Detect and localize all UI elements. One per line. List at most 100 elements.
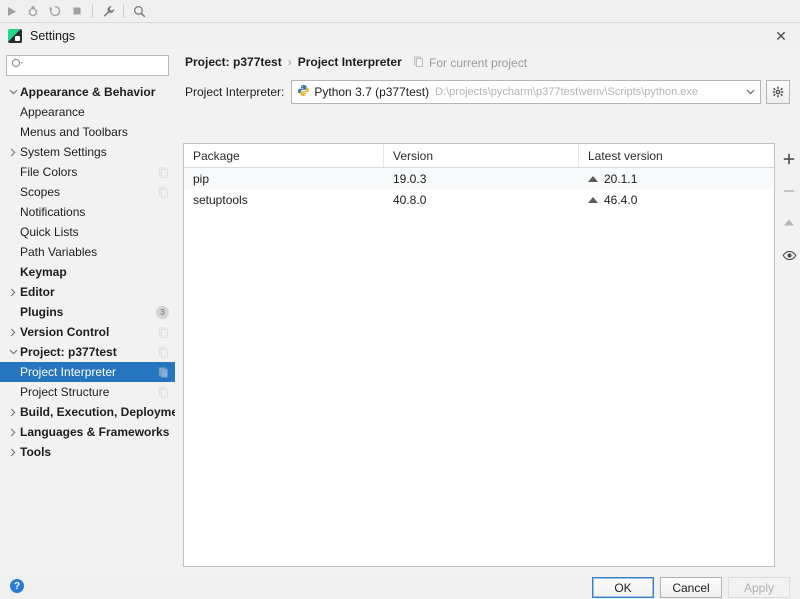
sidebar-item-tools[interactable]: Tools [0,442,175,462]
dialog-body: Appearance & Behavior Appearance Menus and… [0,49,800,574]
sidebar-item-label: Project Interpreter [20,365,117,379]
cell-latest-version: 46.4.0 [579,189,774,210]
sidebar-item-appearance-behavior[interactable]: Appearance & Behavior [0,82,175,102]
cancel-button[interactable]: Cancel [660,577,722,598]
latest-version-text: 20.1.1 [604,171,638,186]
show-early-releases-button[interactable] [778,244,800,266]
plugins-count-badge: 3 [156,305,169,319]
upgrade-available-icon [588,196,598,203]
help-icon[interactable]: ? [10,579,24,593]
breadcrumb: Project: p377test › Project Interpreter [185,55,402,69]
packages-table-body: pip 19.0.3 20.1.1 setuptools 40.8.0 46.4.0 [184,168,774,210]
rerun-coverage-icon[interactable] [44,1,66,21]
interpreter-settings-button[interactable] [766,80,790,104]
settings-dialog: Settings ✕ Appearance & Behavior Appeara… [0,22,800,599]
column-header-latest-version[interactable]: Latest version [579,144,774,167]
sidebar-item-notifications[interactable]: Notifications [0,202,175,222]
chevron-right-icon[interactable] [6,148,20,157]
module-scope-icon [413,56,424,70]
pycharm-logo-icon [8,29,22,43]
chevron-right-icon[interactable] [6,408,20,417]
chevron-down-icon[interactable] [6,89,20,95]
chevron-down-icon[interactable] [6,349,20,355]
sidebar-item-build-execution-deployment[interactable]: Build, Execution, Deployment [0,402,189,422]
packages-table-header: Package Version Latest version [184,144,774,168]
dialog-buttons: OK Cancel Apply [592,577,790,598]
sidebar-item-label: Build, Execution, Deployment [20,405,190,419]
sidebar-item-appearance[interactable]: Appearance [0,102,175,122]
column-header-package[interactable]: Package [184,144,384,167]
main-panel: Project: p377test › Project Interpreter … [175,49,800,574]
ok-button[interactable]: OK [592,577,654,598]
search-input[interactable] [28,58,162,73]
run-icon[interactable] [0,1,22,21]
chevron-down-icon[interactable] [741,81,760,103]
sidebar-item-label: Appearance & Behavior [20,85,156,99]
ide-toolbar [0,0,800,23]
apply-button: Apply [728,577,790,598]
module-scope-icon [158,386,169,398]
sidebar-item-scopes[interactable]: Scopes [0,182,175,202]
sidebar-item-label: Editor [20,285,55,299]
interpreter-combobox[interactable]: Python 3.7 (p377test) D:\projects\pychar… [291,80,761,104]
packages-table: Package Version Latest version pip 19.0.3… [183,143,775,567]
module-scope-icon [158,366,169,378]
sidebar-item-project-structure[interactable]: Project Structure [0,382,175,402]
sidebar-item-plugins[interactable]: Plugins 3 [0,302,175,322]
stop-icon[interactable] [66,1,88,21]
column-header-version[interactable]: Version [384,144,579,167]
cell-package: pip [193,171,210,186]
debug-icon[interactable] [22,1,44,21]
chevron-right-icon[interactable] [6,428,20,437]
sidebar-item-badge-wrap: 3 [156,305,169,319]
cell-package: setuptools [193,192,248,207]
settings-sidebar: Appearance & Behavior Appearance Menus and… [0,49,189,574]
interpreter-label: Project Interpreter: [185,85,285,99]
scope-hint-label: For current project [429,56,528,70]
interpreter-name: Python 3.7 (p377test) [314,85,430,99]
module-scope-icon [158,326,169,338]
sidebar-item-project-interpreter[interactable]: Project Interpreter [0,362,175,382]
interpreter-row: Project Interpreter: Python 3.7 (p377tes… [185,80,790,104]
sidebar-item-file-colors[interactable]: File Colors [0,162,175,182]
table-row[interactable]: setuptools 40.8.0 46.4.0 [184,189,774,210]
toolbar-divider [92,4,93,18]
chevron-right-icon[interactable] [6,288,20,297]
chevron-right-icon[interactable] [6,328,20,337]
chevron-right-icon[interactable] [6,448,20,457]
sidebar-item-quick-lists[interactable]: Quick Lists [0,222,175,242]
upgrade-available-icon [588,175,598,182]
sidebar-item-keymap[interactable]: Keymap [0,262,175,282]
search-box[interactable] [6,55,169,76]
sidebar-item-label: Project: p377test [20,345,117,359]
sidebar-item-label: Tools [20,445,52,459]
breadcrumb-root[interactable]: Project: p377test [185,55,282,69]
add-package-button[interactable] [778,148,800,170]
breadcrumb-leaf: Project Interpreter [297,55,402,69]
search-everywhere-icon[interactable] [128,1,150,21]
wrench-settings-icon[interactable] [97,1,119,21]
sidebar-item-menus-and-toolbars[interactable]: Menus and Toolbars [0,122,175,142]
module-scope-icon [158,346,169,358]
sidebar-item-label: Notifications [20,205,86,219]
python-icon [297,84,310,100]
dialog-title: Settings [30,29,76,43]
sidebar-item-label: Plugins [20,305,64,319]
upgrade-package-button[interactable] [778,212,800,234]
search-icon [11,58,25,73]
module-scope-icon [158,186,169,198]
sidebar-item-label: Keymap [20,265,67,279]
remove-package-button[interactable] [778,180,800,202]
sidebar-item-system-settings[interactable]: System Settings [0,142,175,162]
sidebar-item-project-p377test[interactable]: Project: p377test [0,342,175,362]
sidebar-item-path-variables[interactable]: Path Variables [0,242,175,262]
table-row[interactable]: pip 19.0.3 20.1.1 [184,168,774,189]
sidebar-item-languages-frameworks[interactable]: Languages & Frameworks [0,422,175,442]
sidebar-item-editor[interactable]: Editor [0,282,175,302]
close-icon[interactable]: ✕ [772,27,790,45]
sidebar-item-version-control[interactable]: Version Control [0,322,175,342]
sidebar-item-label: System Settings [20,145,107,159]
toolbar-divider-2 [123,4,124,18]
sidebar-item-label: Path Variables [20,245,98,259]
module-scope-icon [158,166,169,178]
